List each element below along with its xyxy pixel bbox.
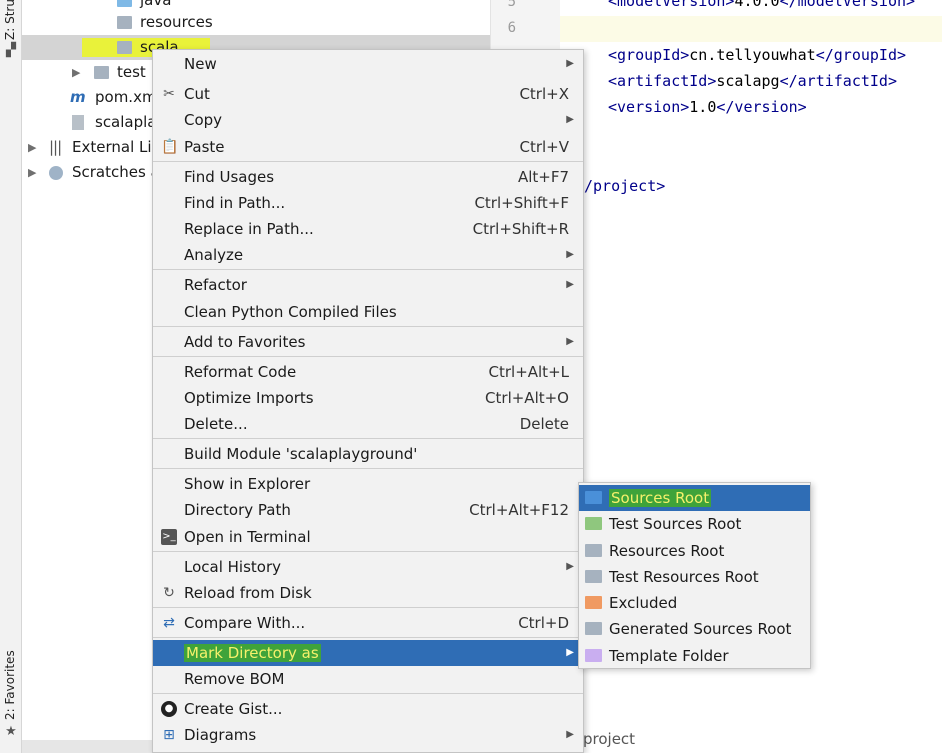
submenu-item-template-folder[interactable]: Template Folder	[579, 643, 810, 669]
expand-arrow-icon[interactable]: ▶	[72, 60, 80, 85]
menu-item-refactor[interactable]: Refactor ▶	[153, 272, 583, 298]
menu-item-find-in-path[interactable]: Find in Path... Ctrl+Shift+F	[153, 190, 583, 216]
tree-item-resources[interactable]: resources	[22, 10, 490, 35]
current-line-highlight	[560, 16, 942, 42]
structure-icon[interactable]: ▞	[4, 44, 18, 58]
submenu-arrow-icon: ▶	[566, 249, 574, 260]
structure-tool-tab[interactable]: Z: Stru	[3, 0, 17, 40]
clipboard-icon: 📋	[161, 139, 179, 155]
folder-icon	[94, 66, 109, 79]
submenu-arrow-icon: ▶	[566, 336, 574, 347]
favorites-tool-tab[interactable]: 2: Favorites	[3, 648, 17, 720]
code-line-artifact-id: <artifactId>scalapg</artifactId>	[608, 72, 897, 90]
menu-item-delete[interactable]: Delete... Delete	[153, 411, 583, 437]
menu-item-open-in-terminal[interactable]: >_ Open in Terminal	[153, 524, 583, 550]
menu-item-mark-directory-as[interactable]: Mark Directory as ▶	[153, 640, 583, 666]
code-line-group-id: <groupId>cn.tellyouwhat</groupId>	[608, 46, 907, 64]
line-number: 5	[507, 0, 516, 10]
resources-folder-icon	[117, 16, 132, 29]
menu-item-clean-python[interactable]: Clean Python Compiled Files	[153, 299, 583, 325]
menu-item-replace-in-path[interactable]: Replace in Path... Ctrl+Shift+R	[153, 216, 583, 242]
menu-item-remove-bom[interactable]: Remove BOM	[153, 666, 583, 692]
scissors-icon: ✂	[163, 86, 175, 102]
generated-sources-folder-icon	[585, 622, 602, 635]
submenu-arrow-icon: ▶	[566, 647, 574, 658]
menu-item-local-history[interactable]: Local History ▶	[153, 554, 583, 580]
menu-item-paste[interactable]: 📋 Paste Ctrl+V	[153, 134, 583, 160]
submenu-item-test-sources-root[interactable]: Test Sources Root	[579, 511, 810, 537]
menu-item-copy[interactable]: Copy ▶	[153, 107, 583, 133]
menu-item-optimize-imports[interactable]: Optimize Imports Ctrl+Alt+O	[153, 385, 583, 411]
mark-directory-submenu: Sources Root Test Sources Root Resources…	[578, 482, 811, 669]
maven-icon: m	[70, 88, 86, 106]
test-sources-folder-icon	[585, 517, 602, 530]
sources-folder-icon	[585, 491, 602, 504]
context-menu: New ▶ ✂ Cut Ctrl+X Copy ▶ 📋 Paste Ctrl+V Find …	[152, 49, 584, 753]
menu-item-reformat-code[interactable]: Reformat Code Ctrl+Alt+L	[153, 359, 583, 385]
menu-item-reload-from-disk[interactable]: ↻ Reload from Disk	[153, 580, 583, 606]
terminal-icon: >_	[161, 529, 177, 545]
github-icon: ●	[161, 701, 177, 717]
submenu-arrow-icon: ▶	[566, 279, 574, 290]
menu-item-find-usages[interactable]: Find Usages Alt+F7	[153, 164, 583, 190]
menu-item-new[interactable]: New ▶	[153, 51, 583, 77]
template-folder-icon	[585, 649, 602, 662]
test-resources-folder-icon	[585, 570, 602, 583]
editor-breadcrumb[interactable]: project	[583, 730, 635, 748]
folder-icon	[117, 41, 132, 54]
resources-folder-icon	[585, 544, 602, 557]
submenu-arrow-icon: ▶	[566, 58, 574, 69]
code-line-model-version: <modelVersion>4.0.0</modelVersion>	[608, 0, 916, 10]
submenu-arrow-icon: ▶	[566, 561, 574, 572]
expand-arrow-icon[interactable]: ▶	[28, 160, 36, 185]
menu-item-compare-with[interactable]: ⇄ Compare With... Ctrl+D	[153, 610, 583, 636]
submenu-item-test-resources-root[interactable]: Test Resources Root	[579, 564, 810, 590]
line-number: 6	[507, 20, 516, 36]
menu-item-cut[interactable]: ✂ Cut Ctrl+X	[153, 81, 583, 107]
menu-item-diagrams[interactable]: ⊞ Diagrams ▶	[153, 722, 583, 748]
submenu-item-generated-sources-root[interactable]: Generated Sources Root	[579, 616, 810, 642]
menu-item-add-to-favorites[interactable]: Add to Favorites ▶	[153, 329, 583, 355]
submenu-item-excluded[interactable]: Excluded	[579, 590, 810, 616]
scratches-icon	[49, 166, 63, 180]
menu-item-analyze[interactable]: Analyze ▶	[153, 242, 583, 268]
submenu-item-sources-root[interactable]: Sources Root	[579, 485, 810, 511]
menu-item-create-gist[interactable]: ● Create Gist...	[153, 696, 583, 722]
diagram-icon: ⊞	[163, 727, 175, 743]
left-tool-strip: Z: Stru ▞ 2: Favorites ★	[0, 0, 22, 753]
expand-arrow-icon[interactable]: ▶	[28, 135, 36, 160]
library-icon: |||	[49, 138, 62, 156]
star-icon[interactable]: ★	[4, 725, 18, 739]
excluded-folder-icon	[585, 596, 602, 609]
code-line-version: <version>1.0</version>	[608, 98, 807, 116]
code-line-project-close: /project>	[584, 177, 666, 195]
menu-item-directory-path[interactable]: Directory Path Ctrl+Alt+F12	[153, 497, 583, 523]
compare-icon: ⇄	[163, 615, 175, 631]
reload-icon: ↻	[163, 585, 175, 601]
file-icon	[72, 115, 84, 130]
menu-item-show-in-explorer[interactable]: Show in Explorer	[153, 471, 583, 497]
submenu-arrow-icon: ▶	[566, 114, 574, 125]
submenu-arrow-icon: ▶	[566, 729, 574, 740]
submenu-item-resources-root[interactable]: Resources Root	[579, 538, 810, 564]
menu-item-build-module[interactable]: Build Module 'scalaplayground'	[153, 441, 583, 467]
folder-icon	[117, 0, 132, 7]
